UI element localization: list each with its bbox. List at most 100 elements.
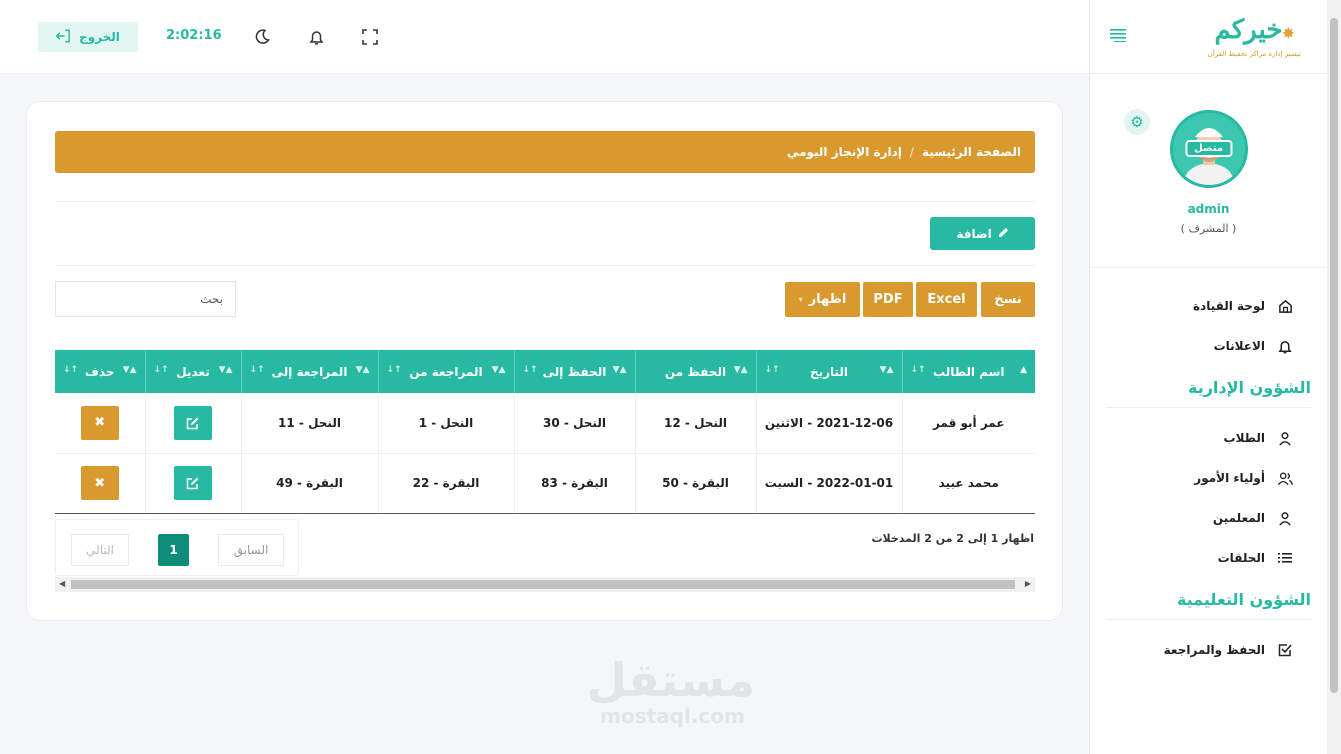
pdf-button[interactable]: PDF bbox=[863, 282, 913, 317]
student-name-cell: محمد عبيد bbox=[901, 453, 1035, 514]
watermark: مستقل mostaql.com bbox=[586, 653, 755, 727]
topbar: الخروج 2:02:16 bbox=[0, 0, 1089, 74]
date-cell: 2021-12-06 - الاثنين bbox=[755, 393, 902, 454]
sidebar-item-label: أولياء الأمور bbox=[1194, 471, 1265, 485]
table-info: اظهار 1 إلى 2 من 2 المدخلات bbox=[871, 532, 1034, 545]
date-cell: 2022-01-01 - السبت bbox=[755, 453, 902, 514]
memorize-from-cell: النحل - 12 bbox=[634, 393, 756, 454]
app-logo[interactable]: ✸خيركم تيسير إدارة مراكز تحفيظ القرآن bbox=[1208, 16, 1301, 58]
close-icon: ✖ bbox=[94, 475, 106, 491]
gear-icon[interactable]: ⚙ bbox=[1124, 109, 1150, 135]
sort-icon: ▲▼ bbox=[491, 365, 506, 375]
scroll-right-icon[interactable]: ▶ bbox=[1025, 579, 1031, 588]
sidebar-item-label: الطلاب bbox=[1223, 431, 1265, 445]
sidebar-item-teachers[interactable]: المعلمين bbox=[1090, 498, 1327, 538]
sidebar-item-memorization[interactable]: الحفظ والمراجعة bbox=[1090, 630, 1327, 670]
sort-icon: ↑↓ bbox=[249, 365, 265, 375]
scroll-left-icon[interactable]: ◀ bbox=[59, 579, 65, 588]
edit-cell bbox=[144, 393, 241, 454]
logo-star-icon: ✸ bbox=[1282, 25, 1295, 42]
sort-icon: ▲▼ bbox=[733, 365, 748, 375]
pencil-icon bbox=[998, 227, 1009, 241]
sort-icon: ▲▼ bbox=[612, 365, 627, 375]
column-header[interactable]: ▲▼ تعديل ↑↓ bbox=[144, 350, 241, 393]
review-from-cell: النحل - 1 bbox=[377, 393, 514, 454]
copy-button[interactable]: نسخ bbox=[981, 282, 1035, 317]
breadcrumb-home[interactable]: الصفحة الرئيسية bbox=[922, 145, 1021, 159]
prev-page-button[interactable]: السابق bbox=[218, 534, 284, 566]
search-input[interactable] bbox=[55, 281, 236, 317]
excel-button[interactable]: Excel bbox=[916, 282, 977, 317]
next-page-button[interactable]: التالي bbox=[71, 534, 129, 566]
scrollbar-thumb[interactable] bbox=[1330, 18, 1338, 693]
delete-cell: ✖ bbox=[55, 453, 145, 514]
list-icon bbox=[1277, 552, 1293, 564]
user-icon bbox=[1277, 431, 1293, 446]
student-name-cell: عمر أبو قمر bbox=[901, 393, 1035, 454]
users-icon bbox=[1277, 471, 1293, 486]
bell-icon[interactable] bbox=[306, 27, 326, 47]
column-header[interactable]: ▲▼ المراجعة من ↑↓ bbox=[377, 350, 514, 393]
watermark-arabic: مستقل bbox=[586, 653, 755, 707]
column-header[interactable]: ▲▼ التاريخ ↑↓ bbox=[755, 350, 902, 393]
user-icon bbox=[1277, 511, 1293, 526]
sort-asc-icon: ▲ bbox=[1020, 365, 1027, 375]
divider bbox=[55, 201, 1035, 202]
table-header-row: ▲ اسم الطالب ↑↓ ▲▼ التاريخ ↑↓ ▲▼ الحفظ من ▲▼ ا… bbox=[55, 350, 1035, 393]
sidebar-item-students[interactable]: الطلاب bbox=[1090, 418, 1327, 458]
memorize-to-cell: البقرة - 83 bbox=[513, 453, 635, 514]
add-button[interactable]: اضافة bbox=[930, 217, 1035, 250]
clock: 2:02:16 bbox=[166, 28, 222, 43]
sort-icon: ↑↓ bbox=[63, 365, 79, 375]
sidebar-item-dashboard[interactable]: لوحة القيادة bbox=[1090, 286, 1327, 326]
column-header[interactable]: ▲▼ حذف ↑↓ bbox=[55, 350, 145, 393]
page-scrollbar[interactable] bbox=[1327, 0, 1341, 754]
sidebar-item-label: المعلمين bbox=[1212, 511, 1265, 525]
breadcrumb-current: إدارة الإنجاز اليومي bbox=[786, 145, 902, 159]
show-columns-button[interactable]: اظهار ▾ bbox=[785, 282, 860, 317]
scrollbar-thumb[interactable] bbox=[71, 580, 1015, 589]
delete-cell: ✖ bbox=[55, 393, 145, 454]
user-role: ( المشرف ) bbox=[1180, 222, 1237, 235]
delete-button[interactable]: ✖ bbox=[80, 466, 119, 500]
pagination: السابق 1 التالي bbox=[55, 519, 299, 576]
section-title-admin: الشؤون الإدارية bbox=[1106, 372, 1311, 408]
edit-icon bbox=[186, 417, 199, 429]
edit-button[interactable] bbox=[174, 405, 212, 440]
sidebar-item-label: الحفظ والمراجعة bbox=[1163, 643, 1265, 657]
bell-icon bbox=[1277, 339, 1293, 354]
column-header[interactable]: ▲▼ الحفظ من bbox=[634, 350, 756, 393]
table-row: عمر أبو قمر 2021-12-06 - الاثنين النحل -… bbox=[55, 393, 1035, 454]
sort-icon: ↑↓ bbox=[910, 365, 926, 375]
logout-icon bbox=[55, 29, 71, 46]
fullscreen-icon[interactable] bbox=[360, 27, 380, 47]
review-to-cell: البقرة - 49 bbox=[240, 453, 378, 514]
table-scrollbar[interactable]: ◀ ▶ bbox=[55, 577, 1035, 592]
sidebar-item-guardians[interactable]: أولياء الأمور bbox=[1090, 458, 1327, 498]
dropdown-caret-icon: ▾ bbox=[798, 295, 803, 304]
show-label: اظهار bbox=[808, 292, 847, 307]
sort-icon: ▲▼ bbox=[218, 365, 233, 375]
column-header[interactable]: ▲ اسم الطالب ↑↓ bbox=[901, 350, 1035, 393]
moon-icon[interactable] bbox=[252, 27, 272, 47]
logout-label: الخروج bbox=[79, 30, 120, 44]
sort-icon: ↑↓ bbox=[764, 365, 780, 375]
logo-text: خيركم bbox=[1214, 14, 1283, 45]
sidebar-item-announcements[interactable]: الاعلانات bbox=[1090, 326, 1327, 366]
page-1-button[interactable]: 1 bbox=[158, 534, 189, 566]
delete-button[interactable]: ✖ bbox=[80, 405, 119, 440]
achievements-table: ▲ اسم الطالب ↑↓ ▲▼ التاريخ ↑↓ ▲▼ الحفظ من ▲▼ ا… bbox=[55, 350, 1035, 514]
breadcrumb: الصفحة الرئيسية / إدارة الإنجاز اليومي bbox=[55, 131, 1035, 173]
edit-button[interactable] bbox=[174, 466, 212, 500]
home-icon bbox=[1277, 299, 1293, 314]
sort-icon: ▲▼ bbox=[122, 365, 137, 375]
breadcrumb-separator: / bbox=[909, 145, 914, 159]
column-header[interactable]: ▲▼ المراجعة إلى ↑↓ bbox=[240, 350, 378, 393]
column-header[interactable]: ▲▼ الحفظ إلى ↑↓ bbox=[513, 350, 635, 393]
review-to-cell: النحل - 11 bbox=[240, 393, 378, 454]
sidebar-item-circles[interactable]: الحلقات bbox=[1090, 538, 1327, 578]
table-row: محمد عبيد 2022-01-01 - السبت البقرة - 50… bbox=[55, 453, 1035, 514]
menu-toggle-icon[interactable] bbox=[1110, 28, 1126, 46]
divider bbox=[55, 265, 1035, 266]
logout-button[interactable]: الخروج bbox=[38, 22, 138, 52]
